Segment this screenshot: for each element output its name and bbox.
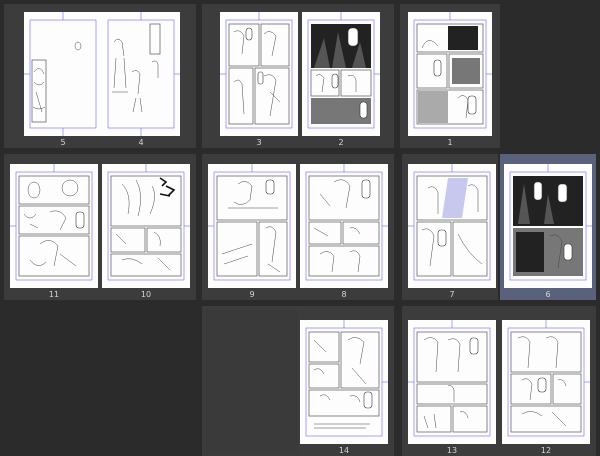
spread-9-8[interactable]: 9 8 [202,154,394,300]
page-number-13: 13 [446,446,458,455]
page-thumbnail-4[interactable] [102,12,180,136]
page-thumbnail-5[interactable] [24,12,102,136]
page-number-1: 1 [447,138,453,147]
page-number-11: 11 [48,290,60,299]
page-number-5: 5 [60,138,66,147]
page-5-artwork [24,12,97,136]
page-thumbnail-10[interactable] [102,164,190,288]
empty-page-slot [206,310,298,452]
page-3-artwork [220,12,293,129]
spread-11-10[interactable]: 11 10 [4,154,196,300]
page-10-artwork [107,164,190,281]
page-number-2: 2 [338,138,344,147]
page-thumbnail-14[interactable] [300,320,388,444]
page-number-4: 4 [138,138,144,147]
page-12-artwork [507,320,590,437]
page-8-artwork [305,164,388,281]
spread-7-6[interactable] [402,154,498,300]
page-7-artwork [408,164,491,281]
page-number-3: 3 [256,138,262,147]
page-number-6: 6 [545,290,551,299]
page-number-8: 8 [341,290,347,299]
page-number-9: 9 [249,290,255,299]
page-thumbnail-3[interactable] [220,12,298,136]
spread-5-4[interactable]: 5 4 [4,4,196,148]
page-13-artwork [408,320,491,437]
page-thumbnail-8[interactable] [300,164,388,288]
page-number-14: 14 [338,446,350,455]
page-thumbnail-9[interactable] [208,164,296,288]
spread-3-2[interactable]: 3 2 [202,4,394,148]
page-11-artwork [10,164,93,281]
page-4-artwork [107,12,180,136]
spread-13-12[interactable]: 13 12 [402,306,596,456]
spread-6-selected[interactable] [500,154,596,300]
page-number-7: 7 [449,290,455,299]
page-thumbnail-2[interactable] [302,12,380,136]
page-thumbnail-12[interactable] [502,320,590,444]
page-1-artwork [413,12,492,129]
page-thumbnail-11[interactable] [10,164,98,288]
page-thumbnail-1[interactable] [408,12,492,136]
page-number-10: 10 [140,290,152,299]
page-9-artwork [208,164,291,281]
spread-1[interactable]: 1 [400,4,500,148]
page-thumbnail-6[interactable] [504,164,592,288]
page-14-artwork [305,320,388,437]
page-number-12: 12 [540,446,552,455]
page-6-artwork [509,164,592,281]
page-thumbnail-7[interactable] [408,164,496,288]
page-thumbnail-13[interactable] [408,320,496,444]
spread-empty-14[interactable]: 14 [202,306,394,456]
page-2-artwork [307,12,380,129]
